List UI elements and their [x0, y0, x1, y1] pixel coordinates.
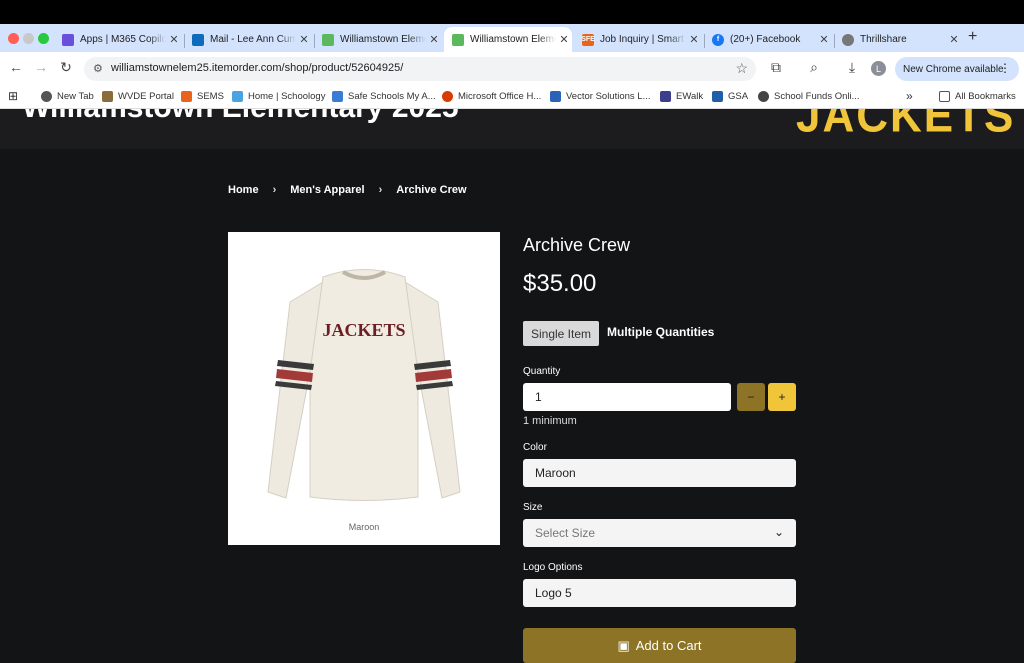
outlook-icon	[192, 33, 204, 46]
folder-icon	[939, 91, 950, 102]
profile-avatar[interactable]: L	[871, 61, 886, 76]
quantity-input[interactable]: 1	[523, 383, 731, 411]
quantity-decrement-button[interactable]: −	[737, 383, 765, 411]
site-settings-icon[interactable]: ⚙	[93, 62, 103, 75]
itemorder-icon	[322, 33, 334, 46]
shopping-bag-icon: ▣	[617, 637, 630, 653]
multiple-quantities-toggle[interactable]: Multiple Quantities	[607, 325, 714, 339]
breadcrumb-home[interactable]: Home	[228, 184, 259, 196]
product-title: Archive Crew	[523, 235, 631, 255]
wvde-icon	[102, 91, 113, 102]
site-title[interactable]: Williamstown Elementary 2025	[22, 109, 459, 125]
reading-mode-icon[interactable]: ⌕	[804, 59, 824, 76]
extensions-icon[interactable]: ⧉	[766, 59, 786, 76]
product-price: $35.00	[523, 270, 597, 297]
reload-icon[interactable]: ↻	[56, 59, 76, 76]
close-icon[interactable]: ✕	[946, 33, 962, 46]
close-icon[interactable]: ✕	[816, 33, 832, 46]
address-bar[interactable]: ⚙ williamstownelem25.itemorder.com/shop/…	[84, 57, 756, 81]
new-chrome-available-button[interactable]: New Chrome available ⋮	[895, 57, 1019, 81]
schoology-icon	[232, 91, 243, 102]
itemorder-icon	[452, 33, 464, 46]
color-label: Color	[523, 442, 547, 453]
tab-job-inquiry[interactable]: SFE Job Inquiry | Smart ✕	[574, 27, 702, 52]
color-field[interactable]: Maroon	[523, 459, 796, 487]
bookmark-safe-schools[interactable]: Safe Schools My A...	[332, 91, 436, 102]
globe-icon	[842, 33, 854, 46]
add-to-cart-button[interactable]: ▣ Add to Cart	[523, 628, 796, 663]
sfe-icon: SFE	[581, 33, 595, 46]
browser-toolbar: ← → ↻ ⚙ williamstownelem25.itemorder.com…	[0, 52, 1024, 86]
breadcrumb-mens-apparel[interactable]: Men's Apparel	[290, 184, 364, 196]
bookmark-vector[interactable]: Vector Solutions L...	[550, 91, 651, 102]
schoolfunds-icon	[758, 91, 769, 102]
tab-mail[interactable]: Mail - Lee Ann Cumm ✕	[184, 27, 312, 52]
chevron-right-icon: ›	[272, 184, 277, 196]
bookmark-schoology[interactable]: Home | Schoology	[232, 91, 325, 102]
bookmark-star-icon[interactable]: ☆	[735, 60, 748, 77]
url-text[interactable]: williamstownelem25.itemorder.com/shop/pr…	[111, 62, 403, 74]
menu-bar	[0, 0, 1024, 24]
size-select[interactable]: Select Size ⌄	[523, 519, 796, 547]
gsa-icon	[712, 91, 723, 102]
ewalk-icon	[660, 91, 671, 102]
facebook-icon: f	[712, 33, 724, 46]
download-icon[interactable]: ⤓	[842, 59, 862, 76]
tab-m365[interactable]: Apps | M365 Copilot ✕	[54, 27, 182, 52]
site-header: Williamstown Elementary 2025 JACKETS	[0, 109, 1024, 149]
chevron-down-icon: ⌄	[773, 525, 784, 539]
bookmark-school-funds[interactable]: School Funds Onli...	[758, 91, 860, 102]
all-bookmarks[interactable]: All Bookmarks	[939, 91, 1016, 102]
tab-williamstown-1[interactable]: Williamstown Eleme ✕	[314, 27, 442, 52]
back-icon[interactable]: ←	[6, 59, 26, 75]
sfe-icon	[181, 91, 192, 102]
tab-thrillshare[interactable]: Thrillshare ✕	[834, 27, 962, 52]
close-icon[interactable]: ✕	[166, 33, 182, 46]
close-window-button[interactable]	[8, 33, 19, 44]
tab-williamstown-active[interactable]: Williamstown Eleme ✕	[444, 27, 572, 52]
vector-icon	[550, 91, 561, 102]
bookmark-sems[interactable]: SEMS	[181, 91, 224, 102]
minimum-note: 1 minimum	[523, 415, 577, 427]
bookmark-office[interactable]: Microsoft Office H...	[442, 91, 541, 102]
close-icon[interactable]: ✕	[296, 33, 312, 46]
safeschools-icon	[332, 91, 343, 102]
bookmarks-bar: ⊞ New Tab WVDE Portal SEMS Home | School…	[0, 86, 1024, 109]
forward-icon[interactable]: →	[31, 59, 51, 75]
size-placeholder: Select Size	[535, 526, 596, 540]
logo-options-label: Logo Options	[523, 562, 583, 573]
close-icon[interactable]: ✕	[426, 33, 442, 46]
bookmark-ewalk[interactable]: EWalk	[660, 91, 703, 102]
bookmark-new-tab[interactable]: New Tab	[41, 91, 94, 102]
minimize-window-button[interactable]	[23, 33, 34, 44]
shirt-image: JACKETS	[267, 269, 461, 501]
chevron-right-icon: ›	[378, 184, 383, 196]
quantity-increment-button[interactable]: +	[768, 383, 796, 411]
single-item-toggle[interactable]: Single Item	[523, 321, 599, 346]
more-bookmarks-icon[interactable]: »	[906, 89, 913, 103]
office-icon	[442, 91, 453, 102]
logo-options-field[interactable]: Logo 5	[523, 579, 796, 607]
size-label: Size	[523, 502, 543, 513]
close-icon[interactable]: ✕	[686, 33, 702, 46]
m365-icon	[62, 33, 74, 46]
new-tab-button[interactable]: +	[968, 28, 977, 46]
image-caption: Maroon	[348, 522, 380, 532]
close-icon[interactable]: ✕	[556, 33, 572, 46]
tab-facebook[interactable]: f (20+) Facebook ✕	[704, 27, 832, 52]
product-image[interactable]: JACKETS Maroon	[228, 232, 500, 545]
bookmark-gsa[interactable]: GSA	[712, 91, 748, 102]
bookmark-wvde-portal[interactable]: WVDE Portal	[102, 91, 174, 102]
breadcrumb: Home › Men's Apparel › Archive Crew	[228, 184, 481, 196]
breadcrumb-current: Archive Crew	[396, 184, 467, 196]
shirt-text: JACKETS	[322, 320, 405, 340]
more-menu-icon[interactable]: ⋮	[999, 61, 1011, 75]
zoom-window-button[interactable]	[38, 33, 49, 44]
site-logo[interactable]: JACKETS	[796, 109, 1015, 144]
globe-icon	[41, 91, 52, 102]
tab-strip: Apps | M365 Copilot ✕ Mail - Lee Ann Cum…	[0, 24, 1024, 52]
apps-grid-icon[interactable]: ⊞	[8, 89, 18, 103]
quantity-label: Quantity	[523, 366, 561, 377]
